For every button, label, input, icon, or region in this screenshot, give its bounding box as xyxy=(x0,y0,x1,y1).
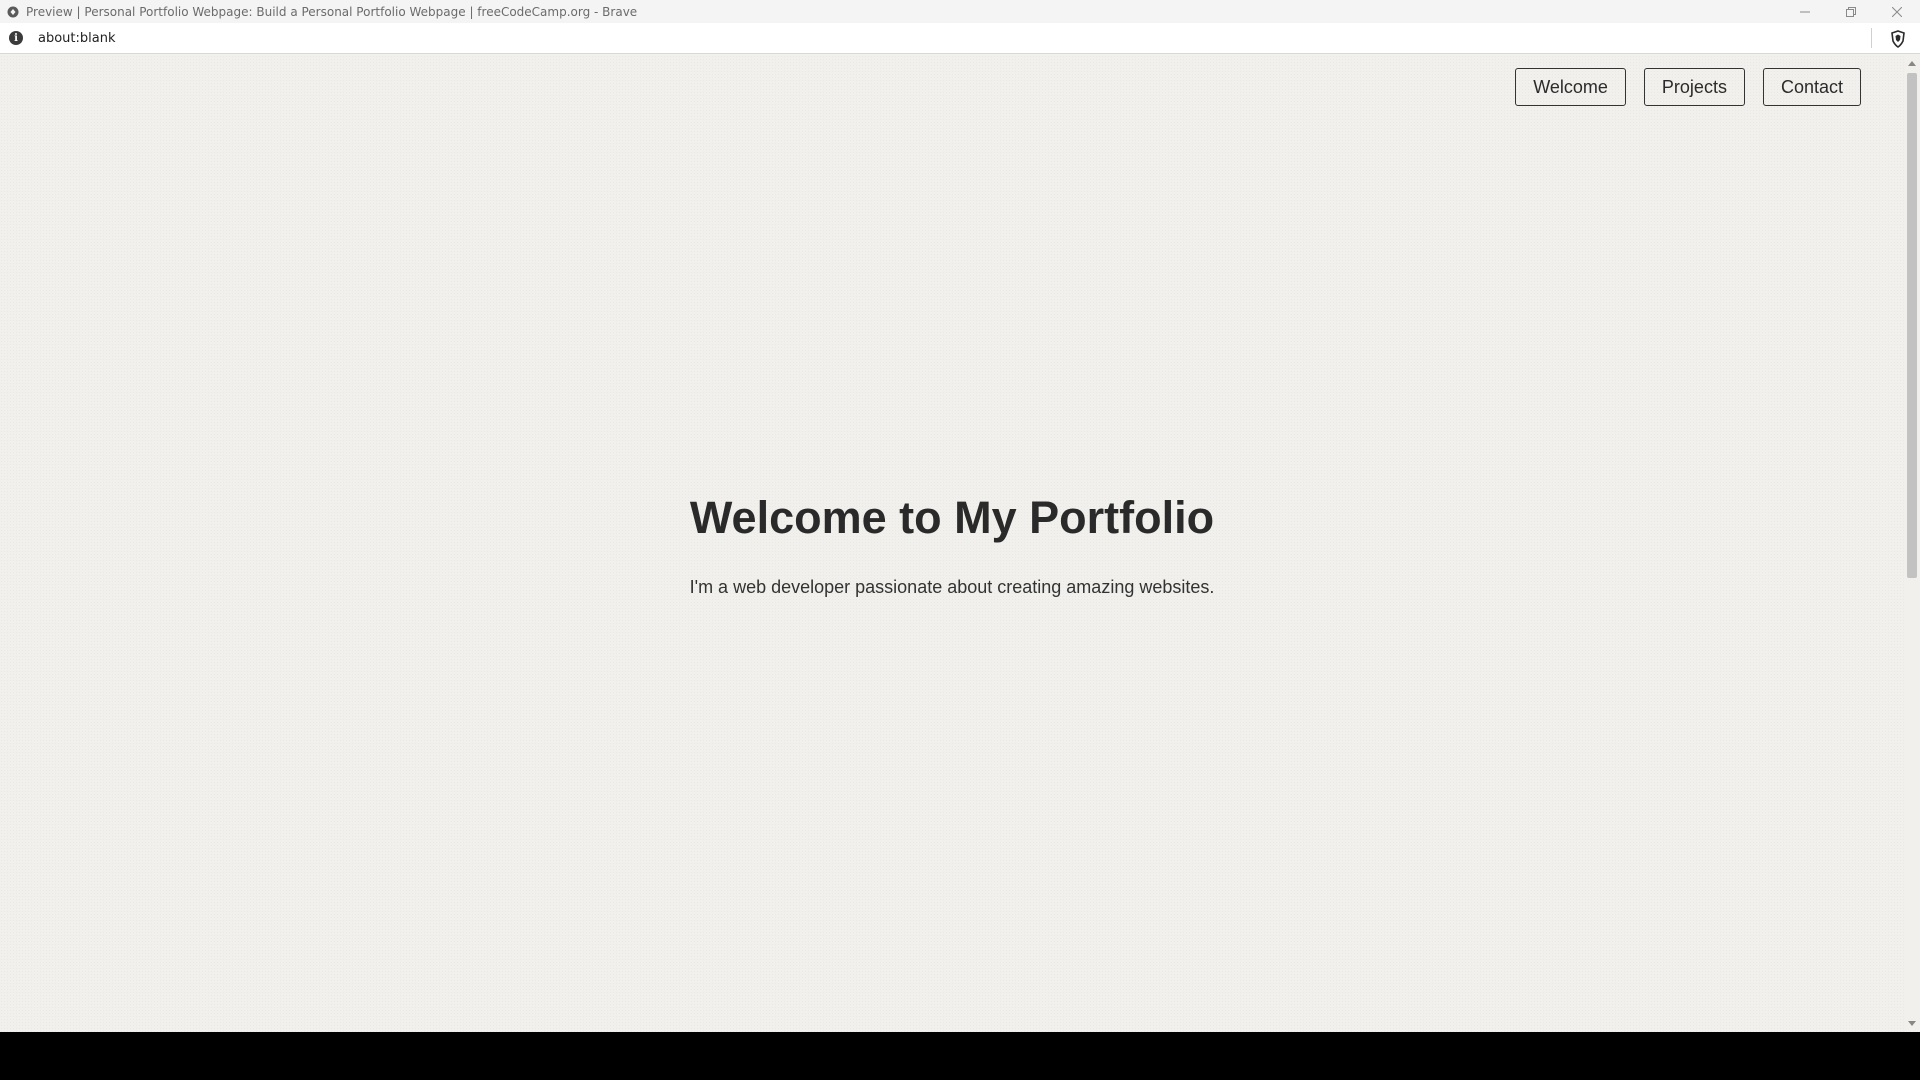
address-divider xyxy=(1871,28,1872,48)
vertical-scrollbar[interactable] xyxy=(1904,55,1920,1032)
brave-logo-icon xyxy=(6,5,20,19)
navbar: Welcome Projects Contact xyxy=(1515,68,1861,106)
welcome-section: Welcome Projects Contact Welcome to My P… xyxy=(0,55,1904,1032)
address-url[interactable]: about:blank xyxy=(38,31,116,46)
minimize-button[interactable] xyxy=(1782,0,1828,23)
info-icon[interactable]: i xyxy=(9,31,23,45)
nav-contact-link[interactable]: Contact xyxy=(1762,68,1861,106)
page-title: Welcome to My Portfolio xyxy=(689,492,1215,543)
browser-window: Preview | Personal Portfolio Webpage: Bu… xyxy=(0,0,1920,1032)
restore-icon xyxy=(1846,6,1856,17)
page-subtitle: I'm a web developer passionate about cre… xyxy=(689,577,1215,597)
window-title: Preview | Personal Portfolio Webpage: Bu… xyxy=(26,4,638,19)
nav-welcome-link[interactable]: Welcome xyxy=(1515,68,1626,106)
scroll-up-arrow-icon[interactable] xyxy=(1908,61,1916,66)
window-controls xyxy=(1782,0,1920,23)
address-bar: i about:blank xyxy=(0,23,1920,54)
close-icon xyxy=(1892,6,1902,17)
title-bar: Preview | Personal Portfolio Webpage: Bu… xyxy=(0,0,1920,23)
restore-button[interactable] xyxy=(1828,0,1874,23)
minimize-icon xyxy=(1800,11,1810,12)
scrollbar-thumb[interactable] xyxy=(1907,73,1917,578)
scroll-down-arrow-icon[interactable] xyxy=(1908,1021,1916,1026)
nav-projects-link[interactable]: Projects xyxy=(1643,68,1745,106)
page-viewport: Welcome Projects Contact Welcome to My P… xyxy=(0,55,1920,1032)
brave-shield-icon[interactable] xyxy=(1889,29,1907,49)
close-button[interactable] xyxy=(1874,0,1920,23)
